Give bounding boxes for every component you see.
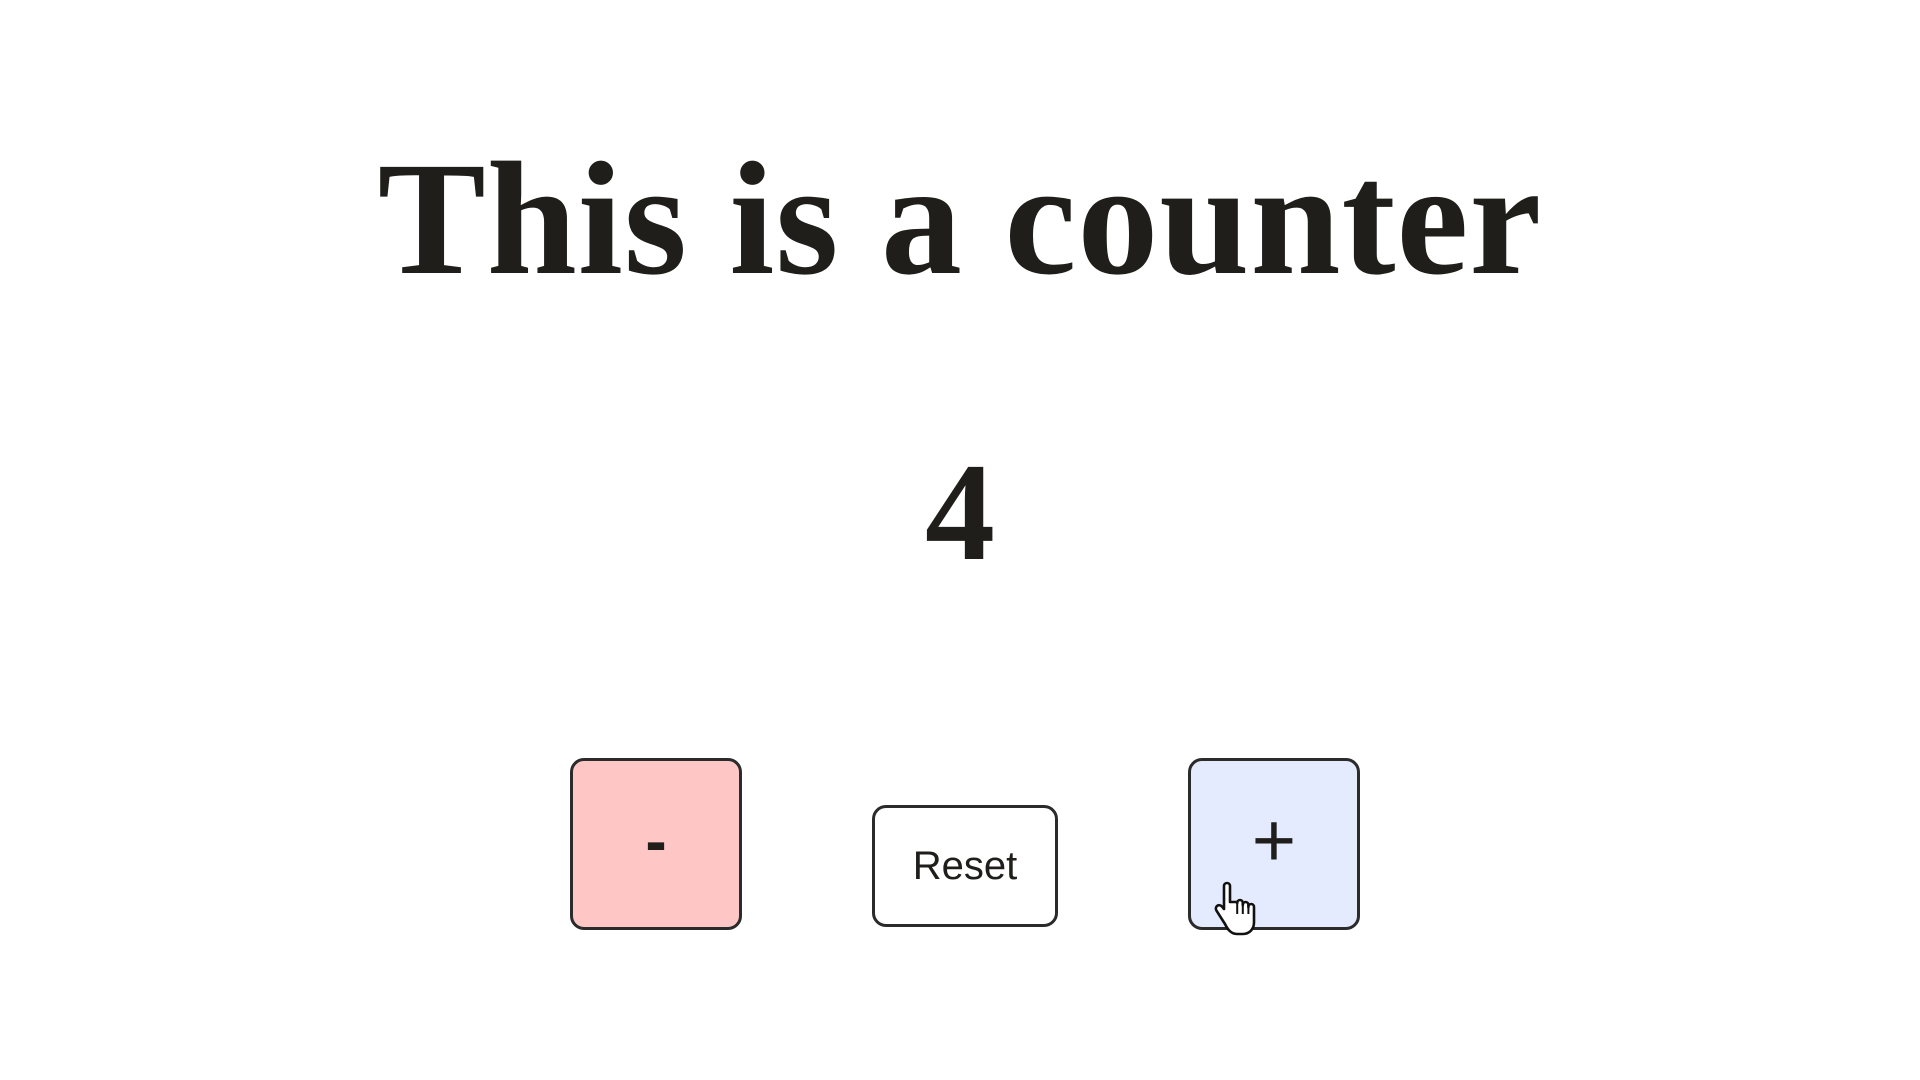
increment-label: + xyxy=(1251,797,1297,883)
reset-button[interactable]: Reset xyxy=(872,805,1058,927)
decrement-button[interactable]: - xyxy=(570,758,742,930)
decrement-label: - xyxy=(645,805,667,877)
page-title: This is a counter xyxy=(377,130,1543,309)
increment-button[interactable]: + xyxy=(1188,758,1360,930)
counter-page: This is a counter 4 - Reset + xyxy=(0,0,1920,1080)
reset-label: Reset xyxy=(912,843,1018,888)
counter-value: 4 xyxy=(925,435,995,590)
